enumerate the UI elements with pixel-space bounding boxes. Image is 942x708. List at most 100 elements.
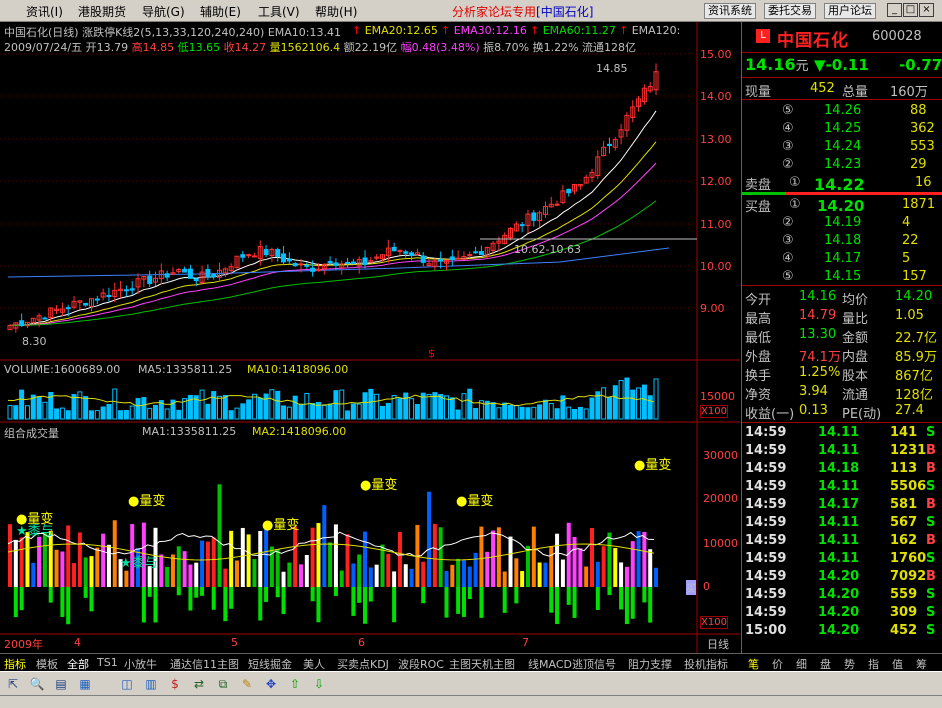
volume-bar <box>42 401 48 420</box>
right-tab-1[interactable]: 价 <box>772 656 783 672</box>
sell-row: ⑤ 14.26 88 <box>742 102 942 120</box>
sell-volume: 362 <box>910 121 935 136</box>
tick-side: B <box>926 461 936 476</box>
tab-4[interactable]: 小放牛 <box>124 656 157 672</box>
tab-8[interactable]: 买卖点KDJ <box>337 656 389 672</box>
right-tab-3[interactable]: 盘 <box>820 656 831 672</box>
pencil-icon[interactable]: ✎ <box>238 675 256 693</box>
trade-button[interactable]: 委托交易 <box>764 3 816 19</box>
tab-6[interactable]: 短线掘金 <box>248 656 292 672</box>
combo-bar <box>293 526 298 587</box>
tab-11[interactable]: 线MACD <box>528 656 572 672</box>
menu-hk-futures[interactable]: 港股期货 <box>78 3 126 20</box>
combo-negative-bar <box>194 587 199 598</box>
down-arrow-icon[interactable]: ⇩ <box>310 675 328 693</box>
combo-negative-bar <box>19 587 24 611</box>
tab-10[interactable]: 主图天机主图 <box>449 656 515 672</box>
up-arrow-icon[interactable]: ⇧ <box>286 675 304 693</box>
list-icon[interactable]: ▤ <box>52 675 70 693</box>
ema-arrow-icon: ↑ <box>530 24 540 37</box>
move-icon[interactable]: ✥ <box>262 675 280 693</box>
buy-row: ③ 14.18 22 <box>742 232 942 250</box>
tab-9[interactable]: 波段ROC <box>398 656 444 672</box>
menu-aux[interactable]: 辅助(E) <box>200 3 241 20</box>
menu-help[interactable]: 帮助(H) <box>315 3 357 20</box>
stat-row: 最低 13.30 金额 22.7亿 <box>742 326 942 346</box>
tab-1[interactable]: 模板 <box>36 656 58 672</box>
stat-row: 今开 14.16 均价 14.20 <box>742 288 942 308</box>
money-icon[interactable]: $ <box>166 675 184 693</box>
right-tab-5[interactable]: 指 <box>868 656 879 672</box>
combo-negative-bar <box>642 587 647 603</box>
tick-price: 14.11 <box>818 551 860 566</box>
right-tab-7[interactable]: 筹 <box>916 656 927 672</box>
status-bar <box>0 695 942 708</box>
candle-body <box>327 260 333 263</box>
menu-nav[interactable]: 导航(G) <box>142 3 185 20</box>
tick-row: 14:59 14.11 141 S <box>742 424 942 442</box>
candle-body <box>281 253 287 263</box>
dot-icon: ● <box>456 494 468 509</box>
combo-axis-30000: 30000 <box>703 449 738 462</box>
chart-area[interactable]: 中国石化(日线) 涨跌停K线2(5,13,33,120,240,240) EMA… <box>0 22 740 654</box>
tick-time: 15:00 <box>745 623 787 638</box>
menu-info[interactable]: 资讯(I) <box>26 3 63 20</box>
tab-7[interactable]: 美人 <box>303 656 325 672</box>
combo-bar <box>229 530 234 587</box>
candle-body <box>83 302 89 306</box>
zoom-icon[interactable]: 🔍 <box>28 675 46 693</box>
tick-time: 14:59 <box>745 515 787 530</box>
indicator-icon[interactable]: ◫ <box>118 675 136 693</box>
bars-icon[interactable]: ▥ <box>142 675 160 693</box>
right-tab-4[interactable]: 势 <box>844 656 855 672</box>
price-unit: 元 <box>795 59 809 74</box>
combo-bar <box>531 526 536 587</box>
volume-bar <box>566 406 572 420</box>
combo-bar <box>60 551 65 587</box>
copy-icon[interactable]: ⧉ <box>214 675 232 693</box>
current-price: 14.16元 <box>745 55 809 74</box>
chart-icon[interactable]: ▦ <box>76 675 94 693</box>
stock-code: 600028 <box>872 29 922 44</box>
combo-negative-bar <box>258 587 263 621</box>
tab-0[interactable]: 指标 <box>4 656 26 672</box>
tab-14[interactable]: 投机指标 <box>684 656 728 672</box>
link-icon[interactable]: ⇄ <box>190 675 208 693</box>
right-tab-6[interactable]: 值 <box>892 656 903 672</box>
forum-text: 分析家论坛专用 <box>452 5 537 19</box>
candle-body <box>304 264 310 267</box>
maximize-button[interactable]: □ <box>903 3 918 17</box>
right-tab-0[interactable]: 笔 <box>748 656 759 672</box>
combo-negative-bar <box>200 587 205 596</box>
sell-price: 14.23 <box>824 157 862 172</box>
info-open: 开13.79 <box>85 41 129 54</box>
info-system-button[interactable]: 资讯系统 <box>704 3 756 19</box>
stat-label: 收益(一) <box>745 407 795 422</box>
chart-canvas[interactable] <box>0 22 740 654</box>
close-button[interactable]: × <box>919 3 934 17</box>
tab-13[interactable]: 阻力支撑 <box>628 656 672 672</box>
cursor-icon[interactable]: ⇱ <box>4 675 22 693</box>
candle-body <box>478 251 484 256</box>
tick-side: S <box>926 515 936 530</box>
menu-tools[interactable]: 工具(V) <box>258 3 300 20</box>
right-tab-2[interactable]: 细 <box>796 656 807 672</box>
tab-3[interactable]: TS1 <box>97 656 118 669</box>
combo-bar <box>397 531 402 587</box>
tab-2[interactable]: 全部 <box>67 656 89 672</box>
volume-bar <box>542 399 548 420</box>
volume-bar <box>513 405 519 420</box>
combo-bar <box>8 524 12 587</box>
volume-bar <box>71 394 77 420</box>
volume-bar <box>583 408 589 420</box>
volume-bar <box>589 397 595 420</box>
ema-arrow-icon: ↑ <box>441 24 451 37</box>
stat-value: 13.30 <box>799 327 837 342</box>
tab-5[interactable]: 通达信11主图 <box>170 656 239 672</box>
minimize-button[interactable]: _ <box>887 3 902 17</box>
combo-negative-bar <box>421 587 426 604</box>
tab-12[interactable]: 逃顶信号 <box>572 656 616 672</box>
combo-bar <box>642 532 647 587</box>
user-forum-button[interactable]: 用户论坛 <box>824 3 876 19</box>
candle-body <box>251 255 257 258</box>
